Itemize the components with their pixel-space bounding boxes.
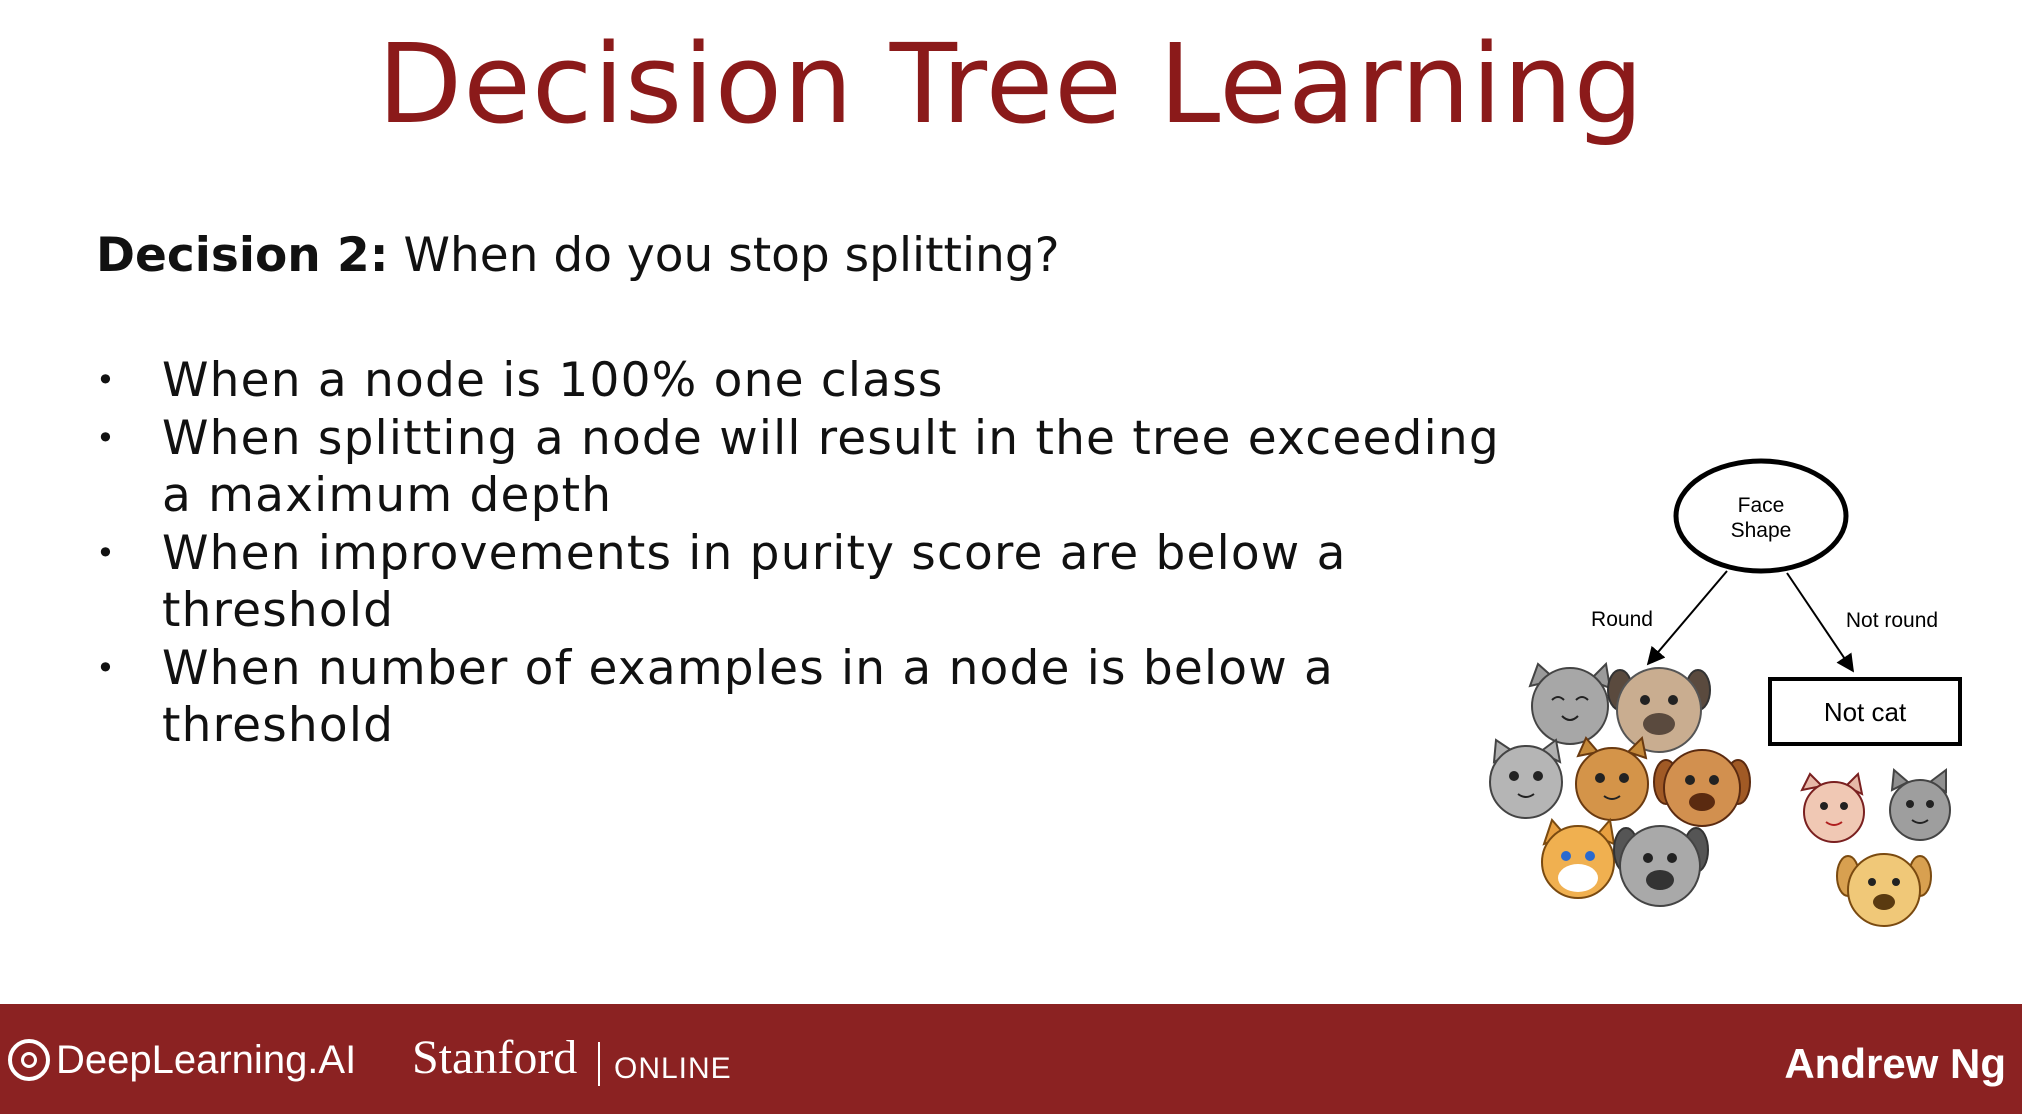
leaf-node-label: Not cat <box>1824 697 1907 727</box>
cat-icon <box>1889 767 1951 841</box>
dog-icon <box>1613 825 1709 907</box>
root-node-label: Face <box>1738 494 1785 517</box>
cat-icon <box>1489 738 1563 819</box>
author-name: Andrew Ng <box>1784 1040 2006 1087</box>
cat-icon <box>1541 817 1616 899</box>
root-node: Face Shape <box>1673 458 1849 574</box>
cat-icon <box>1800 771 1865 843</box>
footer-bar: DeepLearning.AI Stanford ONLINE Andrew N… <box>0 1004 2022 1114</box>
stanford-wordmark: Stanford <box>412 1031 578 1084</box>
root-node-label: Shape <box>1731 519 1792 542</box>
decision-tree-diagram: Face Shape Round Not round Not cat <box>1489 458 1962 927</box>
right-branch-arrow <box>1786 572 1855 673</box>
branch-label-round: Round <box>1591 608 1653 631</box>
stanford-online-label: ONLINE <box>614 1052 732 1085</box>
dog-icon <box>1607 667 1711 753</box>
cat-icon <box>1528 661 1612 745</box>
deeplearning-logo-icon <box>8 1039 50 1081</box>
leaf-node: Not cat <box>1768 677 1962 746</box>
dog-icon <box>1653 749 1751 827</box>
cat-icon <box>1575 735 1649 821</box>
deeplearning-ai-wordmark: DeepLearning.AI <box>56 1037 357 1082</box>
branch-label-not-round: Not round <box>1846 609 1938 632</box>
brand-divider <box>598 1042 600 1086</box>
deeplearning-ai-logo: DeepLearning.AI <box>8 1034 356 1086</box>
dog-icon <box>1836 853 1932 927</box>
left-branch-arrow <box>1646 570 1728 666</box>
